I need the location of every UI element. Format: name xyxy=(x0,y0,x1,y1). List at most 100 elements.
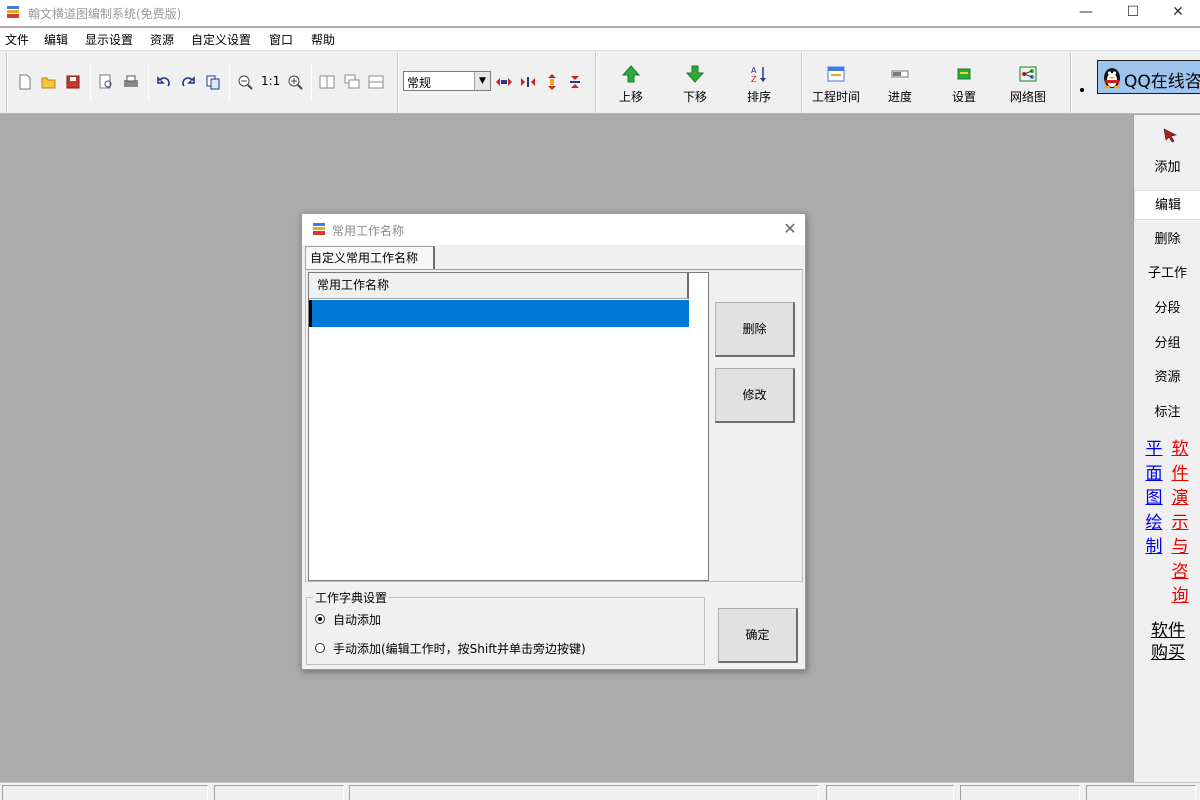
menu-custom-settings[interactable]: 自定义设置 xyxy=(191,31,251,48)
side-subtask-button[interactable]: 子工作 xyxy=(1134,259,1200,289)
compress-vertical-icon[interactable] xyxy=(566,73,584,91)
move-down-label: 下移 xyxy=(682,90,707,104)
menu-help[interactable]: 帮助 xyxy=(311,31,335,48)
arrow-down-icon xyxy=(685,65,705,83)
sort-label: 排序 xyxy=(746,90,771,104)
expand-horizontal-icon[interactable] xyxy=(495,73,513,91)
buy-link-line2: 购买 xyxy=(1151,643,1185,663)
split-horizontal-icon[interactable] xyxy=(367,73,385,91)
maximize-button[interactable]: ☐ xyxy=(1113,0,1153,26)
style-select[interactable]: 常规 ▼ xyxy=(403,71,491,91)
window-title: 翰文横道图编制系统(免费版) xyxy=(28,7,182,21)
menu-edit[interactable]: 编辑 xyxy=(44,31,68,48)
arrow-up-icon xyxy=(621,65,641,83)
print-icon[interactable] xyxy=(122,73,140,91)
status-pane xyxy=(2,785,208,800)
side-add-button[interactable]: 添加 xyxy=(1134,153,1200,183)
list-header-label: 常用工作名称 xyxy=(317,278,390,292)
move-up-label: 上移 xyxy=(618,90,643,104)
manual-add-radio[interactable] xyxy=(315,643,325,653)
menu-resources[interactable]: 资源 xyxy=(150,31,174,48)
undo-icon[interactable] xyxy=(155,73,173,91)
pointer-arrow-icon[interactable] xyxy=(1162,127,1178,143)
bullet xyxy=(1080,88,1084,92)
save-icon[interactable] xyxy=(64,73,82,91)
cascade-icon[interactable] xyxy=(343,73,361,91)
side-segment-button[interactable]: 分段 xyxy=(1134,294,1200,324)
minimize-button[interactable]: — xyxy=(1066,0,1106,26)
manual-add-label[interactable]: 手动添加(编辑工作时，按Shift并单击旁边按键) xyxy=(333,640,586,657)
network-diagram-button[interactable]: 网络图 xyxy=(998,62,1058,108)
ok-button[interactable]: 确定 xyxy=(718,608,798,663)
dictionary-settings-group: 工作字典设置 自动添加 手动添加(编辑工作时，按Shift并单击旁边按键) xyxy=(306,589,705,665)
zoom-out-icon[interactable] xyxy=(236,73,254,91)
print-preview-icon[interactable] xyxy=(97,73,115,91)
zoom-in-icon[interactable] xyxy=(286,73,304,91)
menu-window[interactable]: 窗口 xyxy=(269,31,293,48)
dialog-close-button[interactable]: ✕ xyxy=(780,219,800,239)
toolbar-separator xyxy=(311,65,312,101)
move-up-button[interactable]: 上移 xyxy=(601,62,661,108)
toolbar-group-separator xyxy=(1070,53,1072,113)
close-button[interactable]: ✕ xyxy=(1158,0,1198,26)
chevron-down-icon[interactable]: ▼ xyxy=(474,72,490,90)
toolbar-separator xyxy=(148,65,149,101)
expand-vertical-icon[interactable] xyxy=(543,73,561,91)
split-vertical-icon[interactable] xyxy=(318,73,336,91)
status-pane xyxy=(214,785,344,800)
side-edit-button[interactable]: 编辑 xyxy=(1134,190,1200,220)
redo-icon[interactable] xyxy=(179,73,197,91)
duration-label: 工程时间 xyxy=(811,90,860,104)
toolbar-group-separator xyxy=(595,53,597,113)
common-task-names-dialog: 常用工作名称 ✕ 自定义常用工作名称 常用工作名称 删除 修改 工作字典设置 自… xyxy=(301,213,806,670)
right-tool-panel: 添加 编辑 删除 子工作 分段 分组 资源 标注 平面图绘制 软件演示与咨询 xyxy=(1133,115,1200,782)
list-column-header[interactable]: 常用工作名称 xyxy=(309,273,689,299)
delete-button[interactable]: 删除 xyxy=(715,302,795,357)
modify-button[interactable]: 修改 xyxy=(715,368,795,423)
side-resource-button[interactable]: 资源 xyxy=(1134,363,1200,393)
app-logo-icon xyxy=(7,6,19,18)
zoom-actual-size[interactable]: 1:1 xyxy=(261,74,280,88)
buy-link-line1: 软件 xyxy=(1151,621,1185,641)
network-diagram-label: 网络图 xyxy=(1009,90,1046,104)
sort-az-icon: AZ xyxy=(751,66,766,84)
menu-bar: 文件 编辑 显示设置 资源 自定义设置 窗口 帮助 xyxy=(0,28,1200,50)
settings-button[interactable]: 设置 xyxy=(934,62,994,108)
new-file-icon[interactable] xyxy=(16,73,34,91)
task-name-list[interactable]: 常用工作名称 xyxy=(308,272,709,581)
qq-penguin-icon xyxy=(1104,68,1120,89)
progress-label: 进度 xyxy=(887,90,912,104)
open-folder-icon[interactable] xyxy=(40,73,58,91)
auto-add-label[interactable]: 自动添加 xyxy=(333,611,381,628)
progress-button[interactable]: 进度 xyxy=(870,62,930,108)
status-pane xyxy=(1086,785,1196,800)
calendar-icon xyxy=(827,66,845,82)
network-diagram-icon xyxy=(1019,66,1037,82)
move-down-button[interactable]: 下移 xyxy=(665,62,725,108)
copy-icon[interactable] xyxy=(204,73,222,91)
menu-display-settings[interactable]: 显示设置 xyxy=(85,31,133,48)
tab-panel: 常用工作名称 删除 修改 xyxy=(305,269,803,582)
sort-button[interactable]: AZ 排序 xyxy=(729,62,789,108)
duration-button[interactable]: 工程时间 xyxy=(806,62,866,108)
toolbar-grip xyxy=(6,53,8,113)
qq-online-button[interactable]: QQ在线咨询 xyxy=(1097,60,1200,94)
buy-software-link[interactable]: 软件 购买 xyxy=(1148,620,1188,664)
demo-consult-link[interactable]: 软件演示与咨询 xyxy=(1170,437,1190,609)
tab-custom-task-names[interactable]: 自定义常用工作名称 xyxy=(305,246,435,270)
progress-bar-icon xyxy=(891,70,909,78)
menu-file[interactable]: 文件 xyxy=(5,31,29,48)
settings-icon xyxy=(957,68,971,80)
side-delete-button[interactable]: 删除 xyxy=(1134,225,1200,255)
side-group-button[interactable]: 分组 xyxy=(1134,329,1200,359)
list-item-selected[interactable] xyxy=(309,300,689,327)
toolbar-group-separator xyxy=(801,53,803,113)
status-pane xyxy=(826,785,954,800)
auto-add-radio[interactable] xyxy=(315,614,325,624)
side-annotation-button[interactable]: 标注 xyxy=(1134,398,1200,428)
toolbar-group-separator xyxy=(397,53,399,113)
status-bar xyxy=(0,782,1200,800)
compress-horizontal-icon[interactable] xyxy=(519,73,537,91)
plan-drawing-link[interactable]: 平面图绘制 xyxy=(1144,437,1164,560)
status-pane xyxy=(349,785,819,800)
